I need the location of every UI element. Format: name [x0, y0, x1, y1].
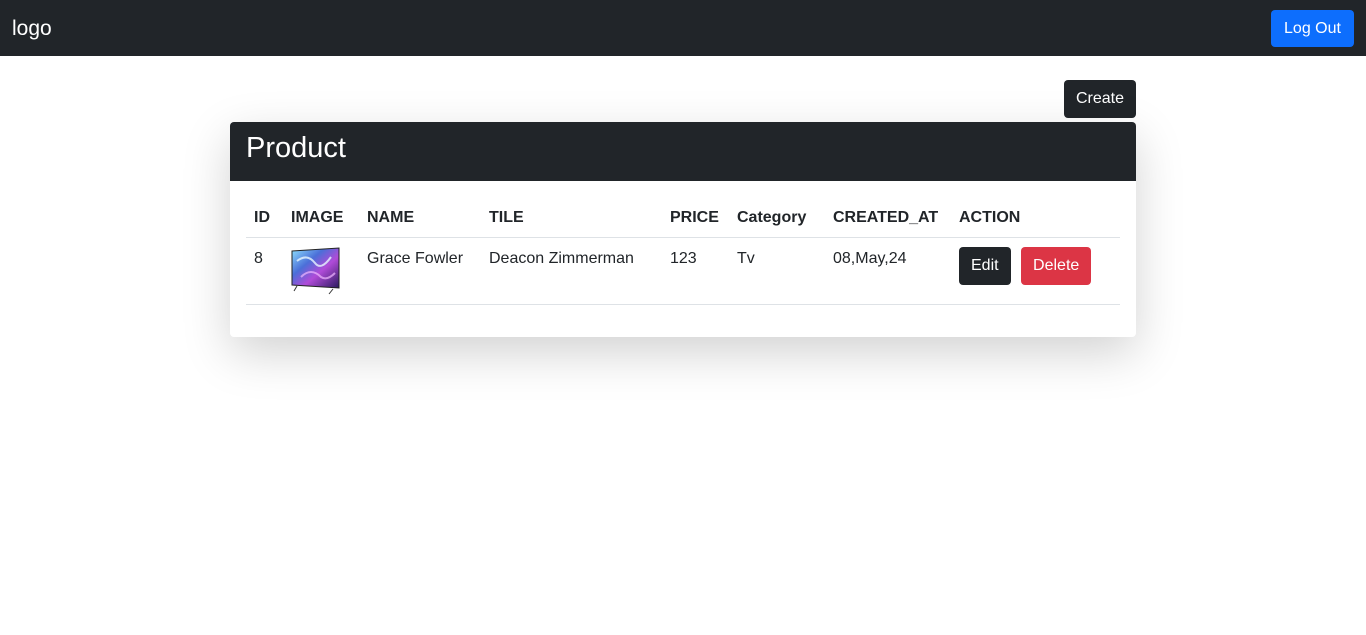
product-table: ID IMAGE NAME TILE PRICE Category CREATE… [246, 203, 1120, 305]
tv-product-thumbnail-icon[interactable] [291, 246, 341, 295]
column-header-name: NAME [359, 203, 481, 238]
card-title: Product [246, 132, 346, 164]
top-navbar: logo Log Out [0, 0, 1366, 56]
cell-price: 123 [662, 237, 729, 305]
cell-name: Grace Fowler [359, 237, 481, 305]
cell-created-at: 08,May,24 [825, 237, 951, 305]
delete-button[interactable]: Delete [1021, 246, 1092, 285]
cell-action: Edit Delete [951, 237, 1120, 305]
table-header-row: ID IMAGE NAME TILE PRICE Category CREATE… [246, 203, 1120, 238]
edit-button[interactable]: Edit [959, 246, 1011, 285]
logo[interactable]: logo [12, 17, 52, 41]
cell-id: 8 [246, 237, 283, 305]
logout-button[interactable]: Log Out [1271, 10, 1354, 47]
column-header-image: IMAGE [283, 203, 359, 238]
column-header-price: PRICE [662, 203, 729, 238]
column-header-action: ACTION [951, 203, 1120, 238]
cell-category: Tv [729, 237, 825, 305]
cell-tile: Deacon Zimmerman [481, 237, 662, 305]
column-header-created-at: CREATED_AT [825, 203, 951, 238]
column-header-category: Category [729, 203, 825, 238]
table-row: 8 Grace Fowler Deacon Zimmerman 123 Tv 0… [246, 237, 1120, 305]
create-button[interactable]: Create [1064, 80, 1136, 118]
cell-image [283, 237, 359, 305]
column-header-id: ID [246, 203, 283, 238]
product-card: Product ID IMAGE NAME TILE PRICE Categor… [230, 122, 1136, 337]
card-header: Product [230, 122, 1136, 181]
column-header-tile: TILE [481, 203, 662, 238]
